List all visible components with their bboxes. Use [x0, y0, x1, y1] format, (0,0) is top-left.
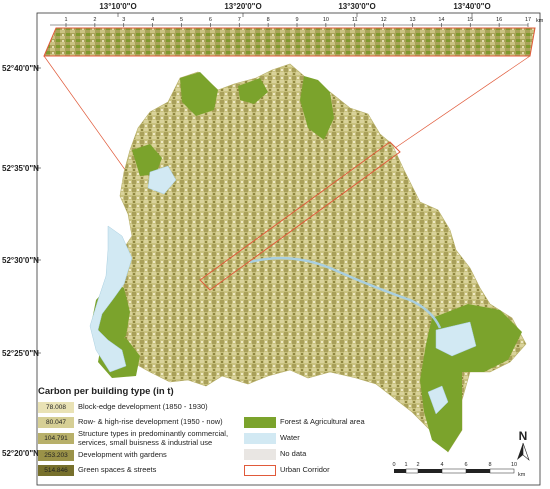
strip-ruler-label: 12 — [381, 17, 387, 23]
legend-item-block-edge: 78.008 Block-edge development (1850 - 19… — [38, 402, 208, 413]
coord-top-2: 13°20'0"O — [224, 2, 261, 11]
coord-left-1: 52°40'0"N — [2, 64, 39, 73]
legend-swatch — [244, 465, 276, 476]
coord-top-3: 13°30'0"O — [338, 2, 375, 11]
strip-ruler-label: 9 — [295, 17, 298, 23]
legend-item-gardens: 253.203 Development with gardens — [38, 450, 167, 461]
scale-tick-4: 4 — [440, 462, 443, 468]
strip-ruler-unit: km — [536, 18, 544, 24]
legend-label: No data — [280, 449, 307, 459]
scale-bar — [394, 468, 515, 474]
legend-swatch: 78.008 — [38, 402, 74, 413]
strip-ruler-label: 4 — [151, 17, 154, 23]
legend-item-water: Water — [244, 433, 300, 444]
legend-swatch: 80.047 — [38, 417, 74, 428]
scale-tick-6: 6 — [464, 462, 467, 468]
strip-ruler-label: 13 — [409, 17, 415, 23]
legend-swatch — [244, 417, 276, 428]
strip-ruler-label: 2 — [93, 17, 96, 23]
coord-left-5: 52°20'0"N — [2, 449, 39, 458]
legend-label: Forest & Agricultural area — [280, 417, 365, 427]
legend-swatch: 514.846 — [38, 465, 74, 476]
strip-ruler-label: 3 — [122, 17, 125, 23]
legend-swatch: 253.203 — [38, 450, 74, 461]
coord-top-1: 13°10'0"O — [99, 2, 136, 11]
legend-label: Row- & high-rise development (1950 - now… — [78, 417, 223, 427]
strip-ruler-label: 15 — [467, 17, 473, 23]
legend-label: Urban Corridor — [280, 465, 330, 475]
corridor-connector-right — [394, 55, 531, 149]
strip-ruler-label: 7 — [238, 17, 241, 23]
scale-tick-2: 2 — [416, 462, 419, 468]
map-canvas: 13°10'0"O 13°20'0"O 13°30'0"O 13°40'0"O … — [2, 2, 544, 486]
strip-ruler: 1 2 3 4 5 6 7 8 9 10 11 12 13 14 15 16 17 — [50, 17, 531, 27]
legend-swatch: 104.791 — [38, 433, 74, 444]
legend-item-no-data: No data — [244, 449, 306, 460]
strip-ruler-label: 8 — [267, 17, 270, 23]
legend-item-forest: Forest & Agricultural area — [244, 417, 365, 428]
legend-label: Water — [280, 433, 300, 443]
legend-item-urban-corridor: Urban Corridor — [244, 465, 330, 476]
strip-ruler-label: 14 — [438, 17, 444, 23]
scale-tick-0: 0 — [392, 462, 395, 468]
scale-unit: km — [518, 472, 526, 478]
coord-left-2: 52°35'0"N — [2, 164, 39, 173]
scale-tick-8: 8 — [488, 462, 491, 468]
strip-ruler-label: 1 — [64, 17, 67, 23]
legend-title: Carbon per building type (in t) — [38, 386, 174, 397]
north-arrow-label: N — [519, 429, 528, 443]
strip-ruler-label: 10 — [323, 17, 329, 23]
coord-top-4: 13°40'0"O — [453, 2, 490, 11]
strip-ruler-label: 11 — [352, 17, 358, 23]
legend-swatch — [244, 449, 276, 460]
strip-ruler-label: 5 — [180, 17, 183, 23]
legend-label: Structure types in predominantly commerc… — [78, 429, 229, 447]
scale-tick-1: 1 — [404, 462, 407, 468]
legend-item-commercial: 104.791 Structure types in predominantly… — [38, 429, 238, 447]
legend-label: Block-edge development (1850 - 1930) — [78, 402, 208, 412]
legend-item-row-high-rise: 80.047 Row- & high-rise development (195… — [38, 417, 223, 428]
strip-ruler-label: 17 — [525, 17, 531, 23]
strip-ruler-label: 6 — [209, 17, 212, 23]
coord-left-3: 52°30'0"N — [2, 256, 39, 265]
strip-ruler-label: 16 — [496, 17, 502, 23]
north-arrow-icon — [517, 443, 523, 460]
urban-corridor-strip — [43, 27, 536, 57]
scale-tick-10: 10 — [511, 462, 517, 468]
legend-label: Green spaces & streets — [78, 465, 157, 475]
legend-swatch — [244, 433, 276, 444]
legend-item-green-spaces: 514.846 Green spaces & streets — [38, 465, 156, 476]
coord-left-4: 52°25'0"N — [2, 349, 39, 358]
legend-label: Development with gardens — [78, 450, 167, 460]
